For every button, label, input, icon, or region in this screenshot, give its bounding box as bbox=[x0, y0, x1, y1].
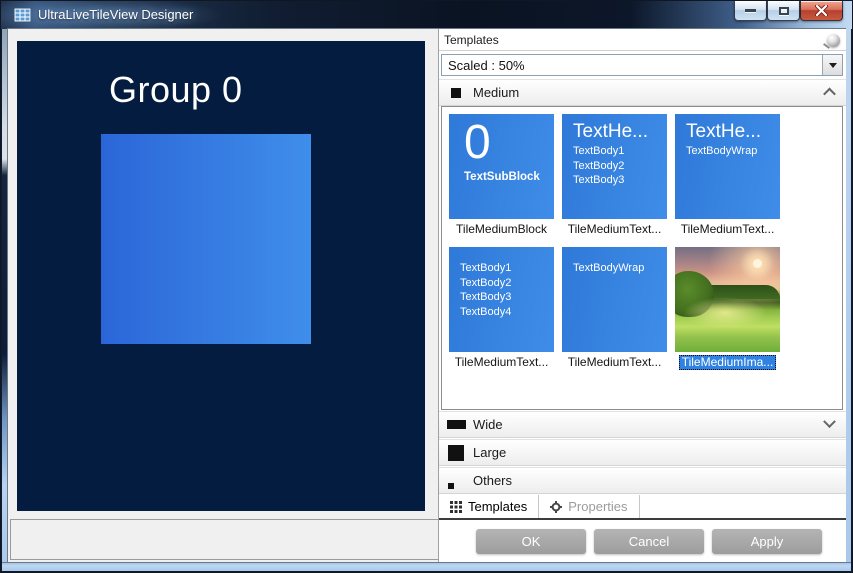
tile-body-line: TextBody3 bbox=[449, 290, 554, 305]
tile-preview-text04[interactable]: TextBodyWrap bbox=[562, 247, 667, 352]
grid-icon bbox=[450, 501, 462, 513]
section-header-others[interactable]: Others bbox=[439, 467, 846, 494]
minimize-icon bbox=[745, 9, 756, 12]
client-area: Group 0 Templates Scaled : 50% Medium bbox=[8, 29, 845, 562]
template-tile-image[interactable]: TileMediumIma... bbox=[675, 247, 780, 370]
close-icon bbox=[815, 5, 828, 16]
tile-preview-text03[interactable]: TextBody1 TextBody2 TextBody3 TextBody4 bbox=[449, 247, 554, 352]
preview-region: Group 0 bbox=[8, 29, 438, 562]
tile-caption: TileMediumText... bbox=[681, 222, 775, 237]
cancel-button[interactable]: Cancel bbox=[594, 529, 704, 554]
tile-body-line: TextBody1 bbox=[449, 261, 554, 276]
titlebar: UltraLiveTileView Designer bbox=[1, 1, 852, 29]
restore-button[interactable] bbox=[767, 1, 800, 21]
tile-heading: TextHe... bbox=[562, 114, 667, 144]
apply-button[interactable]: Apply bbox=[712, 529, 822, 554]
section-label-medium: Medium bbox=[473, 85, 825, 100]
wide-size-icon bbox=[439, 420, 473, 429]
medium-templates-grid: 0 TextSubBlock TileMediumBlock TextHe...… bbox=[441, 106, 843, 410]
tab-templates[interactable]: Templates bbox=[439, 495, 539, 518]
template-tile-text03[interactable]: TextBody1 TextBody2 TextBody3 TextBody4 … bbox=[449, 247, 554, 370]
chevron-up-icon[interactable] bbox=[823, 88, 836, 101]
bottom-tabstrip: Templates Properties bbox=[439, 495, 846, 520]
tile-caption: TileMediumText... bbox=[455, 355, 549, 370]
large-size-icon bbox=[439, 445, 473, 461]
close-button[interactable] bbox=[800, 1, 843, 21]
templates-pane: Templates Scaled : 50% Medium bbox=[438, 29, 846, 562]
tab-properties[interactable]: Properties bbox=[539, 495, 639, 518]
scale-combobox-value: Scaled : 50% bbox=[442, 58, 822, 73]
section-header-large[interactable]: Large bbox=[439, 439, 846, 466]
restore-icon bbox=[779, 7, 789, 15]
window-title: UltraLiveTileView Designer bbox=[38, 7, 193, 22]
tile-body-line: TextBodyWrap bbox=[562, 261, 667, 276]
section-label-wide: Wide bbox=[473, 417, 825, 432]
group-title: Group 0 bbox=[109, 69, 243, 111]
tile-preview-text01[interactable]: TextHe... TextBody1 TextBody2 TextBody3 bbox=[562, 114, 667, 219]
tile-caption: TileMediumText... bbox=[568, 222, 662, 237]
sun-graphic bbox=[753, 259, 762, 268]
app-icon bbox=[14, 8, 31, 22]
scale-combobox[interactable]: Scaled : 50% bbox=[441, 54, 843, 76]
designer-window: UltraLiveTileView Designer Group 0 bbox=[0, 0, 853, 573]
template-tile-text01[interactable]: TextHe... TextBody1 TextBody2 TextBody3 … bbox=[562, 114, 667, 237]
caption-buttons bbox=[734, 1, 843, 21]
tile-sub-label: TextSubBlock bbox=[449, 171, 554, 183]
others-size-icon bbox=[439, 473, 473, 489]
section-label-others: Others bbox=[473, 473, 846, 488]
tile-preview-block[interactable]: 0 TextSubBlock bbox=[449, 114, 554, 219]
tile-big-number: 0 bbox=[449, 114, 554, 168]
tile-body-line: TextBody3 bbox=[562, 173, 667, 188]
tile-body-line: TextBodyWrap bbox=[675, 144, 780, 159]
tile-heading: TextHe... bbox=[675, 114, 780, 144]
tile-body-line: TextBody4 bbox=[449, 305, 554, 320]
tile-caption: TileMediumText... bbox=[568, 355, 662, 370]
tile-body-line: TextBody1 bbox=[562, 144, 667, 159]
template-tile-text04[interactable]: TextBodyWrap TileMediumText... bbox=[562, 247, 667, 370]
template-tile-text02[interactable]: TextHe... TextBodyWrap TileMediumText... bbox=[675, 114, 780, 237]
dialog-buttonbar: OK Cancel Apply bbox=[439, 520, 846, 562]
tile-body-line: TextBody2 bbox=[562, 159, 667, 174]
preview-tile[interactable] bbox=[101, 134, 311, 344]
medium-size-icon bbox=[439, 88, 473, 98]
templates-pane-title: Templates bbox=[444, 33, 827, 47]
gear-icon bbox=[550, 501, 562, 513]
minimize-button[interactable] bbox=[734, 1, 767, 21]
template-tile-mediumblock[interactable]: 0 TextSubBlock TileMediumBlock bbox=[449, 114, 554, 237]
ok-button[interactable]: OK bbox=[476, 529, 586, 554]
scale-combobox-dropdown-button[interactable] bbox=[822, 55, 842, 75]
meadow-glow-graphic bbox=[683, 297, 767, 329]
tile-body-line: TextBody2 bbox=[449, 276, 554, 291]
chevron-down-icon bbox=[829, 63, 837, 68]
window-frame-bottom bbox=[2, 562, 851, 571]
section-header-wide[interactable]: Wide bbox=[439, 411, 846, 438]
tile-caption-selected: TileMediumIma... bbox=[679, 355, 777, 370]
templates-pane-header: Templates bbox=[439, 30, 846, 51]
tile-preview-text02[interactable]: TextHe... TextBodyWrap bbox=[675, 114, 780, 219]
tab-templates-label: Templates bbox=[468, 499, 527, 514]
bottom-spacer-panel bbox=[10, 519, 438, 560]
tab-properties-label: Properties bbox=[568, 499, 627, 514]
tile-caption: TileMediumBlock bbox=[456, 222, 547, 237]
section-label-large: Large bbox=[473, 445, 846, 460]
section-header-medium[interactable]: Medium bbox=[439, 79, 846, 106]
tileview-preview-canvas[interactable]: Group 0 bbox=[17, 41, 425, 511]
pin-icon[interactable] bbox=[827, 34, 840, 47]
landscape-photo[interactable] bbox=[675, 247, 780, 352]
chevron-down-icon[interactable] bbox=[823, 415, 836, 428]
